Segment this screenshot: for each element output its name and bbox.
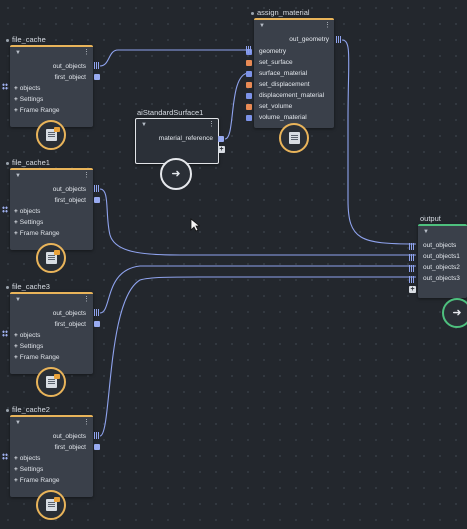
collapse-icon[interactable]: ▼ bbox=[15, 50, 21, 56]
first-object-port[interactable] bbox=[94, 197, 100, 203]
port-material-reference[interactable]: material_reference bbox=[159, 134, 213, 144]
node-title-assign-material: assign_material bbox=[251, 8, 310, 17]
port-set-volume[interactable]: set_volume bbox=[259, 102, 292, 112]
node-menu-icon[interactable]: ⋮ bbox=[324, 22, 331, 29]
material-icon bbox=[279, 123, 309, 153]
first-object-port[interactable] bbox=[94, 444, 100, 450]
param-settings[interactable]: + Settings bbox=[14, 219, 43, 226]
wire-file-cache-to-geometry bbox=[99, 49, 249, 67]
port-out-objects2[interactable]: out_objects2 bbox=[423, 263, 460, 273]
param-frame-range[interactable]: + Frame Range bbox=[14, 477, 60, 484]
node-title-file-cache3: file_cache3 bbox=[6, 282, 50, 291]
input-connector-out-objects3[interactable] bbox=[409, 276, 414, 283]
objects-input-port[interactable] bbox=[2, 330, 8, 337]
param-objects[interactable]: + objects bbox=[14, 455, 40, 462]
node-menu-icon[interactable]: ⋮ bbox=[83, 172, 90, 179]
port-first-object[interactable]: first_object bbox=[55, 196, 86, 206]
node-menu-icon[interactable]: ⋮ bbox=[83, 419, 90, 426]
out-objects-connector[interactable] bbox=[94, 432, 99, 439]
objects-input-port[interactable] bbox=[2, 453, 8, 460]
port-out-objects1[interactable]: out_objects1 bbox=[423, 252, 460, 262]
wire-file-cache1-to-output bbox=[99, 188, 416, 256]
port-out-objects[interactable]: out_objects bbox=[53, 185, 86, 195]
port-first-object[interactable]: first_object bbox=[55, 320, 86, 330]
out-objects-connector[interactable] bbox=[94, 185, 99, 192]
node-title-file-cache2: file_cache2 bbox=[6, 405, 50, 414]
wire-geometry-to-output bbox=[341, 39, 417, 245]
material-reference-port[interactable] bbox=[218, 136, 224, 142]
out-objects-connector[interactable] bbox=[94, 62, 99, 69]
node-output[interactable]: ▼ out_objects out_objects1 out_objects2 out… bbox=[409, 224, 467, 298]
objects-input-port[interactable] bbox=[2, 206, 8, 213]
node-menu-icon[interactable]: ⋮ bbox=[208, 121, 215, 128]
node-file-cache1[interactable]: ▼ ⋮ out_objects first_object + objects + S… bbox=[10, 168, 93, 250]
file-cache-icon bbox=[36, 243, 66, 273]
port-set-surface[interactable]: set_surface bbox=[259, 58, 293, 68]
port-geometry[interactable]: geometry bbox=[259, 47, 286, 57]
objects-input-port[interactable] bbox=[2, 83, 8, 90]
wire-file-cache2-to-output bbox=[99, 276, 416, 437]
collapse-icon[interactable]: ▼ bbox=[141, 122, 147, 128]
geometry-connector[interactable] bbox=[246, 46, 251, 53]
node-file-cache[interactable]: ▼ ⋮ out_objects first_object + objects + S… bbox=[10, 45, 93, 127]
input-connector-out-objects2[interactable] bbox=[409, 265, 414, 272]
node-menu-icon[interactable]: ⋮ bbox=[83, 296, 90, 303]
port-volume-material[interactable]: volume_material bbox=[259, 113, 307, 123]
arrow-right-icon: ➜ bbox=[160, 158, 192, 190]
port-out-objects3[interactable]: out_objects3 bbox=[423, 274, 460, 284]
port-first-object[interactable]: first_object bbox=[55, 443, 86, 453]
param-settings[interactable]: + Settings bbox=[14, 466, 43, 473]
mouse-cursor-icon bbox=[190, 218, 200, 232]
out-objects-connector[interactable] bbox=[94, 309, 99, 316]
file-cache-icon bbox=[36, 367, 66, 397]
param-settings[interactable]: + Settings bbox=[14, 96, 43, 103]
port-set-displacement-socket[interactable] bbox=[246, 82, 252, 88]
collapse-icon[interactable]: ▼ bbox=[423, 229, 429, 235]
port-displacement-material-socket[interactable] bbox=[246, 93, 252, 99]
out-geometry-connector[interactable] bbox=[336, 36, 341, 43]
collapse-icon[interactable]: ▼ bbox=[15, 173, 21, 179]
param-objects[interactable]: + objects bbox=[14, 208, 40, 215]
first-object-port[interactable] bbox=[94, 74, 100, 80]
port-first-object[interactable]: first_object bbox=[55, 73, 86, 83]
collapse-icon[interactable]: ▼ bbox=[15, 297, 21, 303]
port-surface-material-socket[interactable] bbox=[246, 71, 252, 77]
port-out-objects[interactable]: out_objects bbox=[53, 309, 86, 319]
port-out-objects[interactable]: out_objects bbox=[53, 432, 86, 442]
port-displacement-material[interactable]: displacement_material bbox=[259, 91, 324, 101]
port-out-geometry[interactable]: out_geometry bbox=[289, 35, 329, 45]
add-port-icon[interactable]: + bbox=[218, 146, 225, 153]
port-volume-material-socket[interactable] bbox=[246, 115, 252, 121]
port-set-surface-socket[interactable] bbox=[246, 60, 252, 66]
node-file-cache3[interactable]: ▼ ⋮ out_objects first_object + objects + S… bbox=[10, 292, 93, 374]
port-out-objects[interactable]: out_objects bbox=[423, 241, 456, 251]
input-connector-out-objects[interactable] bbox=[409, 243, 414, 250]
node-title-ai-standard-surface1: aiStandardSurface1 bbox=[137, 108, 204, 117]
node-title-file-cache1: file_cache1 bbox=[6, 158, 50, 167]
param-frame-range[interactable]: + Frame Range bbox=[14, 107, 60, 114]
add-input-icon[interactable]: + bbox=[409, 286, 416, 293]
node-menu-icon[interactable]: ⋮ bbox=[83, 49, 90, 56]
arrow-right-icon: ➜ bbox=[442, 298, 467, 328]
port-out-objects[interactable]: out_objects bbox=[53, 62, 86, 72]
port-set-displacement[interactable]: set_displacement bbox=[259, 80, 310, 90]
param-settings[interactable]: + Settings bbox=[14, 343, 43, 350]
wire-file-cache3-to-output bbox=[99, 265, 416, 314]
node-file-cache2[interactable]: ▼ ⋮ out_objects first_object + objects + S… bbox=[10, 415, 93, 497]
input-connector-out-objects1[interactable] bbox=[409, 254, 414, 261]
param-objects[interactable]: + objects bbox=[14, 85, 40, 92]
collapse-icon[interactable]: ▼ bbox=[259, 23, 265, 29]
file-cache-icon bbox=[36, 490, 66, 520]
collapse-icon[interactable]: ▼ bbox=[15, 420, 21, 426]
file-cache-icon bbox=[36, 120, 66, 150]
node-title-output: output bbox=[420, 214, 441, 223]
param-frame-range[interactable]: + Frame Range bbox=[14, 354, 60, 361]
port-set-volume-socket[interactable] bbox=[246, 104, 252, 110]
port-surface-material[interactable]: surface_material bbox=[259, 69, 307, 79]
first-object-port[interactable] bbox=[94, 321, 100, 327]
node-assign-material[interactable]: ▼ ⋮ out_geometry geometry set_surface surf… bbox=[246, 18, 334, 128]
node-title-file-cache: file_cache bbox=[6, 35, 46, 44]
param-frame-range[interactable]: + Frame Range bbox=[14, 230, 60, 237]
param-objects[interactable]: + objects bbox=[14, 332, 40, 339]
